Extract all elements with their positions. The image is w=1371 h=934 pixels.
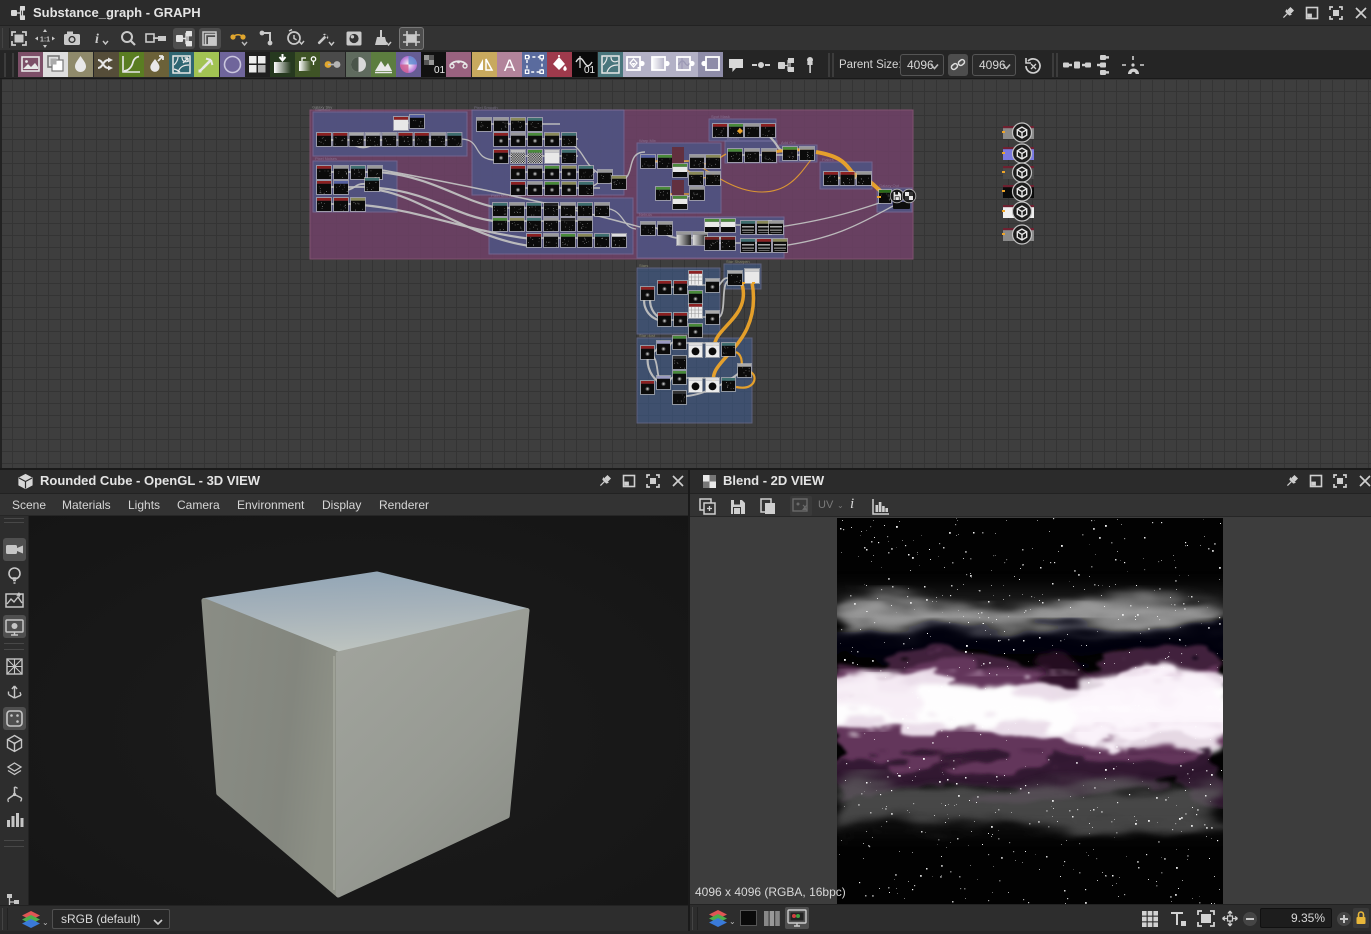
svg-text:Spot Mask: Spot Mask: [711, 114, 730, 119]
svg-text:Pixel Noises: Pixel Noises: [315, 156, 337, 161]
svg-text:Add Grit: Add Grit: [781, 140, 797, 145]
svg-text:i: i: [95, 32, 99, 47]
svg-text:Pixel Smooth: Pixel Smooth: [474, 105, 498, 110]
svg-text:Galaxy Out: Galaxy Out: [879, 183, 900, 188]
svg-text:01: 01: [584, 65, 596, 76]
svg-text:Star dust: Star dust: [639, 333, 656, 338]
svg-text:Star Sharpen: Star Sharpen: [726, 259, 750, 264]
svg-text:Starfield: Starfield: [315, 107, 330, 112]
svg-text:01: 01: [434, 65, 446, 76]
svg-text:1:1: 1:1: [40, 37, 50, 44]
svg-text:Stars: Stars: [639, 263, 648, 268]
svg-text:A: A: [504, 56, 516, 75]
svg-text:Nebula: Nebula: [639, 212, 652, 217]
svg-text:Warp Mix: Warp Mix: [639, 138, 656, 143]
